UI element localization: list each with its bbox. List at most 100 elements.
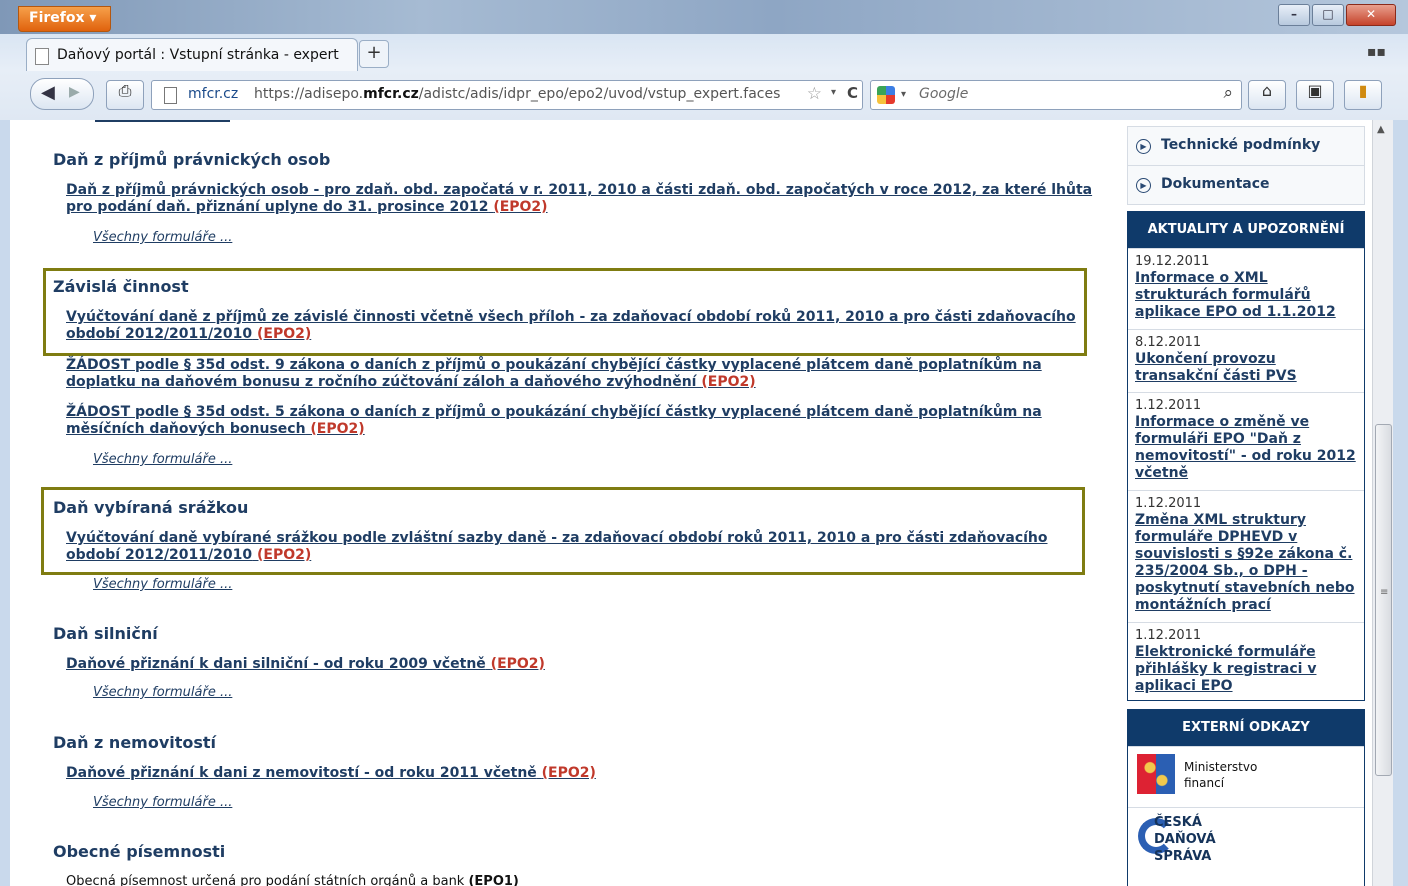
title-bar: Firefox ▾ – □ ✕	[0, 0, 1408, 34]
news-date: 1.12.2011	[1135, 398, 1202, 413]
mf-line1: Ministerstvo	[1184, 760, 1258, 774]
epo-tag: (EPO2)	[701, 374, 756, 390]
form-link-text[interactable]: Daň z příjmů právnických osob - pro zdaň…	[66, 182, 1092, 215]
epo-tag: (EPO2)	[256, 547, 312, 563]
page-icon	[35, 48, 49, 65]
form-link[interactable]: Vyúčtování daně vybírané srážkou podle z…	[66, 530, 1056, 564]
address-bar[interactable]: mfcr.cz https://adisepo.mfcr.cz/adistc/a…	[151, 80, 863, 110]
all-forms-link[interactable]: Všechny formuláře ...	[93, 577, 232, 592]
back-arrow-icon[interactable]: ◀	[41, 82, 55, 103]
news-link[interactable]: Elektronické formuláře přihlášky k regis…	[1135, 644, 1360, 695]
form-link[interactable]: ŽÁDOST podle § 35d odst. 9 zákona o daní…	[66, 357, 1086, 391]
all-forms-link[interactable]: Všechny formuláře ...	[93, 795, 232, 810]
epo-tag: (EPO2)	[493, 199, 548, 215]
search-input[interactable]: Google	[919, 86, 968, 102]
url-text[interactable]: https://adisepo.mfcr.cz/adistc/adis/idpr…	[254, 86, 780, 102]
cds-line1: ČESKÁ	[1154, 815, 1202, 830]
plain-text-label: Obecná písemnost určená pro podání státn…	[66, 874, 465, 886]
form-link[interactable]: ŽÁDOST podle § 35d odst. 5 zákona o daní…	[66, 404, 1066, 438]
form-link-text[interactable]: ŽÁDOST podle § 35d odst. 9 zákona o daní…	[66, 357, 1042, 390]
grip-icon: ≡	[1380, 587, 1389, 598]
section-heading: Daň vybíraná srážkou	[53, 498, 249, 517]
section-heading: Závislá činnost	[53, 277, 189, 296]
form-link[interactable]: Daňové přiznání k dani z nemovitostí - o…	[66, 765, 1066, 782]
scrollbar-thumb[interactable]: ≡	[1375, 424, 1392, 776]
minimize-button[interactable]: –	[1278, 4, 1310, 26]
sidebar: ▶ Technické podmínky ▶ Dokumentace AKTUA…	[1127, 120, 1365, 886]
window-controls: – □ ✕	[1278, 4, 1396, 26]
close-button[interactable]: ✕	[1346, 4, 1396, 26]
site-domain: mfcr.cz	[188, 86, 239, 102]
search-engine-dropdown-icon[interactable]: ▾	[901, 89, 906, 100]
browser-chrome: Firefox ▾ – □ ✕ Daňový portál : Vstupní …	[0, 0, 1408, 120]
form-link-text[interactable]: Daňové přiznání k dani z nemovitostí - o…	[66, 765, 537, 781]
form-link[interactable]: Daňové přiznání k dani silniční - od rok…	[66, 656, 1066, 673]
form-link-text[interactable]: ŽÁDOST podle § 35d odst. 5 zákona o daní…	[66, 404, 1042, 437]
maximize-button[interactable]: □	[1312, 4, 1344, 26]
form-link-text[interactable]: Vyúčtování daně z příjmů ze závislé činn…	[66, 309, 1076, 342]
cds-label: ČESKÁ DAŇOVÁ SPRÁVA	[1154, 814, 1216, 865]
news-date: 1.12.2011	[1135, 628, 1202, 643]
external-link-mf[interactable]: Ministerstvo financí	[1128, 746, 1364, 807]
printer-icon: ⎙	[118, 81, 132, 100]
news-date: 1.12.2011	[1135, 496, 1202, 511]
external-link-cds[interactable]: ČESKÁ DAŇOVÁ SPRÁVA	[1128, 807, 1364, 872]
external-heading: EXTERNÍ ODKAZY	[1128, 710, 1364, 746]
news-item: 19.12.2011 Informace o XML strukturách f…	[1128, 248, 1364, 329]
divider	[95, 120, 230, 122]
forward-arrow-icon[interactable]: ▶	[69, 84, 80, 100]
main-content: Daň z příjmů právnických osob Daň z příj…	[10, 120, 1120, 886]
coat-of-arms-icon	[1137, 754, 1175, 794]
form-link[interactable]: Daň z příjmů právnických osob - pro zdaň…	[66, 182, 1116, 216]
section-heading: Daň silniční	[53, 624, 158, 643]
form-link-text[interactable]: Vyúčtování daně vybírané srážkou podle z…	[66, 530, 1048, 563]
url-domain: mfcr.cz	[363, 86, 419, 102]
mf-line2: financí	[1184, 776, 1225, 790]
news-link[interactable]: Informace o změně ve formuláři EPO "Daň …	[1135, 414, 1360, 482]
section-heading: Daň z nemovitostí	[53, 733, 217, 752]
news-link[interactable]: Změna XML struktury formuláře DPHEVD v s…	[1135, 512, 1360, 614]
plain-text: Obecná písemnost určená pro podání státn…	[66, 874, 519, 886]
firefox-menu-button[interactable]: Firefox ▾	[18, 6, 112, 32]
news-panel: AKTUALITY A UPOZORNĚNÍ 19.12.2011 Inform…	[1127, 211, 1365, 701]
sidebar-item-label: Technické podmínky	[1161, 137, 1321, 153]
firefox-menu-label: Firefox	[29, 10, 85, 26]
sidebar-item-technicke-podminky[interactable]: ▶ Technické podmínky	[1127, 126, 1365, 166]
google-logo-icon[interactable]	[877, 86, 895, 104]
news-link[interactable]: Informace o XML strukturách formulářů ap…	[1135, 270, 1360, 321]
external-links-panel: EXTERNÍ ODKAZY Ministerstvo financí ČESKÁ…	[1127, 709, 1365, 886]
chevron-right-icon: ▶	[1136, 139, 1151, 154]
scroll-up-icon[interactable]: ▲	[1377, 124, 1385, 135]
search-bar[interactable]: ▾ Google ⌕	[870, 80, 1242, 110]
bookmarks-button[interactable]: ▮	[1344, 80, 1382, 110]
history-dropdown-icon[interactable]: ▾	[831, 87, 836, 98]
tab-active[interactable]: Daňový portál : Vstupní stránka - expert	[26, 38, 358, 71]
news-item: 1.12.2011 Změna XML struktury formuláře …	[1128, 490, 1364, 622]
news-item: 1.12.2011 Informace o změně ve formuláři…	[1128, 392, 1364, 490]
all-forms-link[interactable]: Všechny formuláře ...	[93, 452, 232, 467]
site-identity-icon[interactable]	[164, 87, 177, 104]
page-viewport: Daň z příjmů právnických osob Daň z příj…	[10, 120, 1372, 886]
vertical-scrollbar[interactable]: ▲ ≡	[1372, 120, 1393, 886]
chevron-right-icon: ▶	[1136, 178, 1151, 193]
addon-button[interactable]: ▣	[1296, 80, 1334, 110]
news-item: 1.12.2011 Elektronické formuláře přihláš…	[1128, 622, 1364, 701]
tab-list-icon[interactable]: ▪▪	[1367, 44, 1386, 60]
news-link[interactable]: Ukončení provozu transakční části PVS	[1135, 351, 1360, 385]
new-tab-button[interactable]: +	[359, 40, 389, 68]
bookmark-star-icon[interactable]: ☆	[807, 84, 822, 104]
reload-icon[interactable]: C	[847, 84, 858, 102]
form-link[interactable]: Vyúčtování daně z příjmů ze závislé činn…	[66, 309, 1076, 343]
home-button[interactable]: ⌂	[1248, 80, 1286, 110]
epo-tag: (EPO2)	[310, 421, 365, 437]
epo-tag: (EPO2)	[541, 765, 596, 781]
print-button[interactable]: ⎙	[106, 80, 144, 110]
form-link-text[interactable]: Daňové přiznání k dani silniční - od rok…	[66, 656, 486, 672]
search-icon[interactable]: ⌕	[1223, 83, 1233, 103]
puzzle-icon: ▣	[1307, 81, 1323, 100]
sidebar-item-dokumentace[interactable]: ▶ Dokumentace	[1127, 165, 1365, 205]
all-forms-link[interactable]: Všechny formuláře ...	[93, 230, 232, 245]
back-forward-buttons[interactable]: ◀ ▶	[30, 78, 94, 110]
all-forms-link[interactable]: Všechny formuláře ...	[93, 685, 232, 700]
epo-tag: (EPO2)	[256, 326, 312, 342]
